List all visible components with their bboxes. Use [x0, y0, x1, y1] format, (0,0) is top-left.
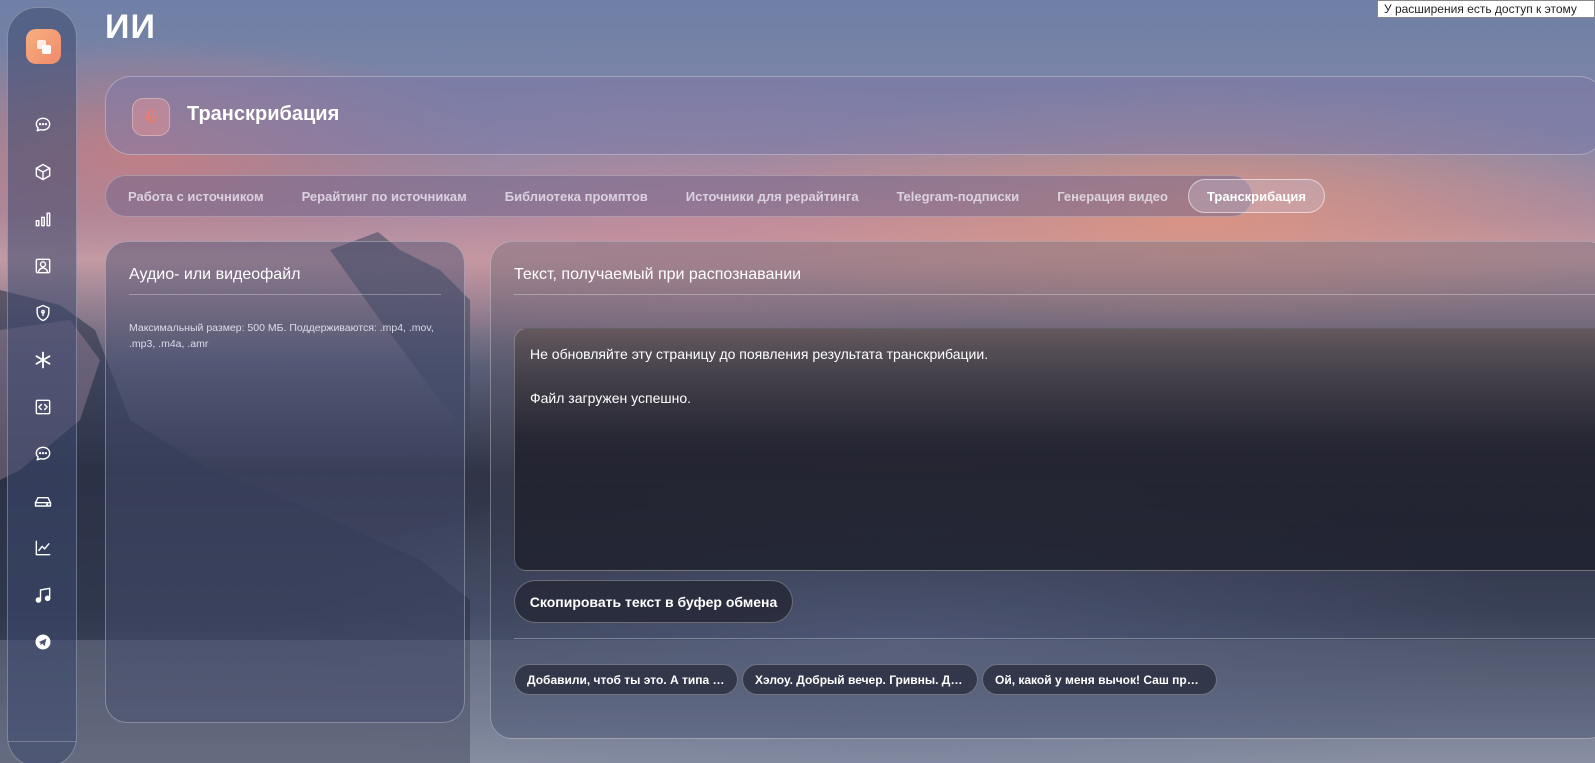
microphone-icon — [132, 98, 170, 136]
chat-bubble-icon[interactable] — [30, 441, 56, 467]
shield-icon[interactable] — [30, 300, 56, 326]
status-line: Не обновляйте эту страницу до появления … — [530, 346, 989, 362]
tab-bar: Работа с источником Рерайтинг по источни… — [105, 175, 1325, 217]
transcription-output[interactable]: Не обновляйте эту страницу до появления … — [514, 328, 1595, 571]
portrait-icon[interactable] — [30, 253, 56, 279]
divider — [514, 638, 1595, 639]
history-item-label: Ой, какой у меня вычок! Саш при... — [995, 672, 1204, 687]
page-title: ИИ — [105, 8, 156, 46]
section-header: Транскрибация — [105, 76, 1595, 155]
history-item[interactable]: Добавили, чтоб ты это. А типа п... — [514, 664, 738, 695]
tab-telegram-subscriptions[interactable]: Telegram-подписки — [879, 179, 1038, 213]
bar-chart-icon[interactable] — [30, 206, 56, 232]
status-line: Файл загружен успешно. — [530, 390, 692, 406]
asterisk-icon[interactable] — [30, 347, 56, 373]
sidebar — [7, 7, 77, 763]
tab-video-generation[interactable]: Генерация видео — [1039, 179, 1186, 213]
logo-icon[interactable] — [26, 29, 61, 64]
divider — [514, 294, 1595, 295]
tab-source-work[interactable]: Работа с источником — [110, 179, 282, 213]
copy-to-clipboard-button[interactable]: Скопировать текст в буфер обмена — [514, 580, 793, 623]
chat-bubble-icon[interactable] — [30, 112, 56, 138]
upload-panel[interactable]: Аудио- или видеофайл Максимальный размер… — [105, 241, 465, 723]
cube-icon[interactable] — [30, 159, 56, 185]
telegram-icon[interactable] — [30, 629, 56, 655]
history-list: Добавили, чтоб ты это. А типа п... Хэлоу… — [514, 664, 1217, 695]
result-panel: Текст, получаемый при распознавании Не о… — [490, 241, 1595, 739]
tab-prompt-library[interactable]: Библиотека промптов — [487, 179, 666, 213]
code-icon[interactable] — [30, 394, 56, 420]
result-panel-title: Текст, получаемый при распознавании — [514, 266, 802, 283]
music-icon[interactable] — [30, 582, 56, 608]
history-item[interactable]: Ой, какой у меня вычок! Саш при... — [982, 664, 1217, 695]
trend-chart-icon[interactable] — [30, 535, 56, 561]
divider — [129, 294, 441, 295]
tab-rewrite-sources[interactable]: Источники для рерайтинга — [668, 179, 877, 213]
history-item[interactable]: Хэлоу. Добрый вечер. Гривны. До... — [742, 664, 978, 695]
extension-tooltip: У расширения есть доступ к этому — [1377, 0, 1595, 18]
section-title: Транскрибация — [187, 103, 340, 125]
history-item-label: Хэлоу. Добрый вечер. Гривны. До... — [755, 672, 965, 687]
upload-hint: Максимальный размер: 500 МБ. Поддерживаю… — [129, 322, 434, 350]
sidebar-divider — [8, 741, 76, 742]
tab-rewriting[interactable]: Рерайтинг по источникам — [284, 179, 485, 213]
hdd-icon[interactable] — [30, 488, 56, 514]
upload-panel-title: Аудио- или видеофайл — [129, 266, 301, 283]
history-item-label: Добавили, чтоб ты это. А типа п... — [527, 672, 725, 687]
tab-transcription[interactable]: Транскрибация — [1187, 179, 1325, 213]
